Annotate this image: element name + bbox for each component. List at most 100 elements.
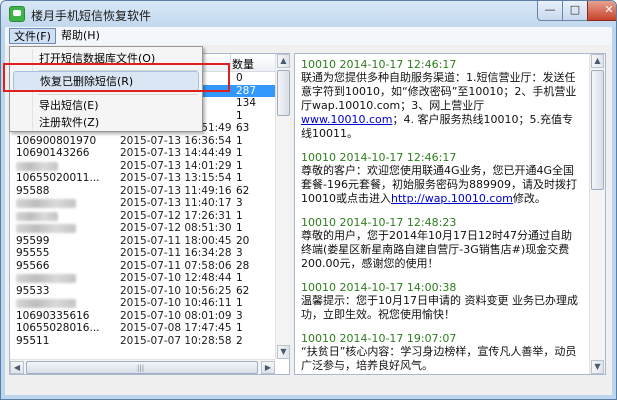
message-header: 10010 2014-10-17 14:00:38 [301, 281, 457, 294]
message-header: 10010 2014-10-17 12:48:23 [301, 216, 457, 229]
row-time: 2015-07-12 17:26:31 [120, 209, 232, 222]
row-time: 2015-07-13 11:49:16 [120, 184, 232, 197]
row-count: 1 [236, 109, 243, 122]
menu-file[interactable]: 文件(F) [9, 28, 56, 44]
row-number: 95533 [16, 284, 50, 297]
table-row[interactable]: 10655028016... 2015-07-08 17:47:45 1 [10, 322, 275, 335]
table-row[interactable]: 10690143266 2015-07-13 14:44:49 1 [10, 147, 275, 160]
message-body: 尊敬的客户：欢迎您使用联通4G业务，您已开通4G全国套餐-196元套餐，初始服务… [301, 164, 579, 206]
maximize-button[interactable]: □ [562, 1, 588, 21]
row-number: 95511 [16, 334, 50, 347]
redacted-number [16, 299, 76, 308]
scroll-up-arrow-icon[interactable]: ▲ [277, 54, 290, 68]
message-list: 10010 2014-10-17 12:46:17 联通为您提供多种自助服务渠道：… [295, 54, 585, 374]
row-time: 2015-07-13 13:15:54 [120, 172, 232, 184]
row-count: 3 [236, 247, 243, 259]
message-header: 10010 2014-10-17 19:07:07 [301, 332, 457, 345]
list-vertical-scrollbar[interactable]: ▲ ▼ [275, 54, 290, 359]
table-row[interactable]: 2015-07-13 14:01:29 1 [10, 160, 275, 173]
table-row[interactable]: 10690335616 2015-07-10 08:01:09 3 [10, 310, 275, 323]
menu-register[interactable]: 注册软件(Z) [13, 113, 199, 133]
close-button[interactable]: ✕ [587, 1, 616, 21]
row-number: 10655020011... [16, 172, 100, 184]
column-separator[interactable] [230, 54, 231, 72]
row-number: 10655028016... [16, 322, 100, 334]
message-body: 温馨提示：您于10月17日申请的 资料变更 业务已办理成功，立即生效。祝您使用愉… [301, 294, 579, 322]
row-time: 2015-07-11 07:58:06 [120, 259, 232, 272]
row-count: 2 [236, 334, 243, 347]
row-number: 10690335616 [16, 309, 90, 322]
redacted-number [16, 199, 76, 208]
row-count: 63 [236, 122, 250, 134]
row-count: 1 [236, 272, 243, 284]
table-row[interactable]: 95566 2015-07-11 07:58:06 28 [10, 260, 275, 273]
message-header: 10010 2014-10-17 12:46:17 [301, 58, 457, 71]
message-panel[interactable]: 10010 2014-10-17 12:46:17 联通为您提供多种自助服务渠道：… [294, 53, 606, 375]
scroll-thumb[interactable] [277, 70, 290, 116]
row-time: 2015-07-11 16:34:28 [120, 247, 232, 259]
row-time: 2015-07-08 17:47:45 [120, 322, 232, 334]
table-row[interactable]: 106900801970 2015-07-13 16:36:54 1 [10, 135, 275, 148]
scroll-down-arrow-icon[interactable]: ▼ [591, 360, 604, 374]
message-item: 10010 2014-10-17 12:48:23 尊敬的用户，您于2014年10… [301, 216, 579, 271]
message-header: 10010 2014-10-17 12:46:17 [301, 151, 457, 164]
table-row[interactable]: 2015-07-10 10:46:11 1 [10, 297, 275, 310]
scroll-right-arrow-icon[interactable]: ▶ [261, 361, 275, 374]
message-text: “扶贫日”核心内容：学习身边榜样，宣传凡人善举，动员广泛参与，培养良好风气。 [301, 345, 577, 372]
row-count: 1 [236, 222, 243, 234]
row-count: 20 [236, 234, 250, 247]
app-icon [9, 6, 25, 22]
row-time: 2015-07-10 10:46:11 [120, 297, 232, 309]
redacted-number [16, 274, 76, 283]
table-row[interactable]: 2015-07-10 12:48:44 1 [10, 272, 275, 285]
table-row[interactable]: 95599 2015-07-11 18:00:45 20 [10, 235, 275, 248]
row-time: 2015-07-11 18:00:45 [120, 234, 232, 247]
table-row[interactable]: 10655020011... 2015-07-13 13:15:54 1 [10, 172, 275, 185]
row-time: 2015-07-13 14:01:29 [120, 159, 232, 172]
row-count: 1 [236, 134, 243, 147]
message-body: 尊敬的用户，您于2014年10月17日12时47分通过自助终端(娄星区新星南路自… [301, 229, 579, 271]
message-link[interactable]: http://wap.10010.com [391, 192, 513, 205]
row-count: 1 [236, 159, 243, 172]
table-row[interactable]: 95555 2015-07-11 16:34:28 3 [10, 247, 275, 260]
scroll-left-arrow-icon[interactable]: ◀ [10, 361, 24, 374]
redacted-number [16, 224, 76, 233]
row-count: 1 [236, 172, 243, 184]
message-vertical-scrollbar[interactable]: ▲ ▼ [589, 54, 605, 374]
row-count: 1 [236, 322, 243, 334]
status-bar [5, 379, 612, 395]
scroll-up-arrow-icon[interactable]: ▲ [591, 54, 604, 68]
row-count: 134 [236, 97, 257, 109]
row-number: 95588 [16, 184, 50, 197]
column-header-count[interactable]: 数量 [232, 56, 254, 72]
table-row[interactable]: 95588 2015-07-13 11:49:16 62 [10, 185, 275, 198]
table-row[interactable]: 95533 2015-07-10 10:56:25 62 [10, 285, 275, 298]
row-number: 95566 [16, 259, 50, 272]
message-body: 联通为您提供多种自助服务渠道：1.短信营业厅：发送任意字符到10010，如“修改… [301, 71, 579, 141]
horizontal-scroll-thumb[interactable]: ||| [26, 361, 258, 374]
menu-help[interactable]: 帮助(H) [57, 28, 104, 44]
list-horizontal-scrollbar[interactable]: ◀ ||| ▶ [10, 359, 275, 374]
row-count: 28 [236, 259, 250, 272]
row-number: 95555 [16, 247, 50, 259]
table-row[interactable]: 2015-07-13 11:40:17 3 [10, 197, 275, 210]
annotation-highlight [3, 63, 230, 92]
row-count: 1 [236, 209, 243, 222]
row-time: 2015-07-13 11:40:17 [120, 197, 232, 209]
message-link[interactable]: www.10010.com [301, 113, 392, 126]
scroll-down-arrow-icon[interactable]: ▼ [277, 345, 290, 359]
row-count: 62 [236, 184, 250, 197]
message-text: 尊敬的用户，您于2014年10月17日12时47分通过自助终端(娄星区新星南路自… [301, 229, 572, 270]
row-time: 2015-07-10 10:56:25 [120, 284, 232, 297]
menu-separator [38, 94, 198, 95]
row-count: 287 [236, 84, 257, 97]
table-row[interactable]: 2015-07-12 17:26:31 1 [10, 210, 275, 223]
menu-bar: 文件(F) 帮助(H) [5, 27, 612, 45]
table-row[interactable]: 2015-07-12 08:51:30 1 [10, 222, 275, 235]
table-row[interactable]: 95511 2015-07-07 10:28:58 2 [10, 335, 275, 348]
row-time: 2015-07-13 16:36:54 [120, 134, 232, 147]
minimize-button[interactable]: — [537, 1, 563, 21]
scroll-thumb[interactable] [591, 70, 604, 190]
message-body: “扶贫日”核心内容：学习身边榜样，宣传凡人善举，动员广泛参与，培养良好风气。 [301, 345, 579, 373]
row-count: 0 [236, 72, 243, 84]
